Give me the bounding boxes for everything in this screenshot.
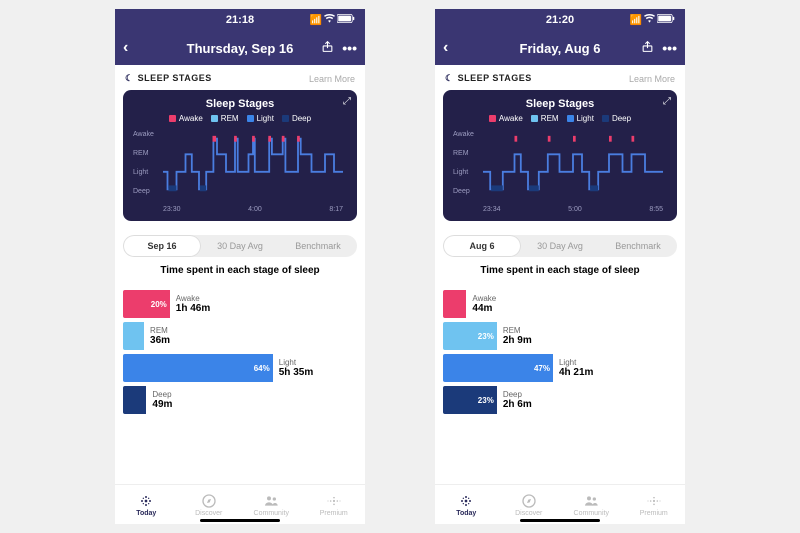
swatch-awake: [169, 115, 176, 122]
share-icon[interactable]: [321, 40, 334, 56]
swatch-rem: [211, 115, 218, 122]
moon-icon: ☾: [445, 73, 454, 84]
status-bar: 21:20 📶: [435, 9, 685, 31]
bar-fill-awake: 20%: [123, 290, 170, 318]
section-label: ☾SLEEP STAGES: [445, 73, 532, 84]
bars-title: Time spent in each stage of sleep: [115, 265, 365, 276]
today-icon: [138, 493, 154, 509]
bottom-tabbar: Today Discover Community Premium: [115, 484, 365, 524]
section-label: ☾SLEEP STAGES: [125, 73, 212, 84]
phone-screen-0: 21:18 📶 ‹ Thursday, Sep 16 ••• ☾SLEEP ST…: [115, 9, 365, 524]
status-time: 21:20: [546, 14, 574, 26]
bars-title: Time spent in each stage of sleep: [435, 265, 685, 276]
signal-icon: 📶: [630, 15, 642, 26]
tab-benchmark[interactable]: Benchmark: [599, 235, 677, 257]
chart-title: Sleep Stages: [131, 98, 349, 110]
hypnogram: Awake REM Light Deep 23:30 4:00: [131, 129, 349, 213]
chart-legend: Awake REM Light Deep: [451, 114, 669, 123]
back-button[interactable]: ‹: [443, 40, 448, 56]
chart-legend: Awake REM Light Deep: [131, 114, 349, 123]
nav-bar: ‹ Friday, Aug 6 •••: [435, 31, 685, 65]
home-indicator[interactable]: [520, 519, 600, 522]
compass-icon: [521, 493, 537, 509]
bar-light: 64% Light5h 35m: [123, 354, 357, 382]
stage-bars: Awake44m 23% REM2h 9m 47% Light4h 21m 23…: [435, 290, 685, 414]
tab-premium[interactable]: Premium: [303, 485, 366, 524]
phone-screen-1: 21:20 📶 ‹ Friday, Aug 6 ••• ☾SLEEP STAGE…: [435, 9, 685, 524]
hypnogram: Awake REM Light Deep 23:34 5:00: [451, 129, 669, 213]
nav-title: Friday, Aug 6: [520, 41, 601, 56]
expand-icon[interactable]: ⤢: [663, 96, 671, 107]
swatch-awake: [489, 115, 496, 122]
tab-benchmark[interactable]: Benchmark: [279, 235, 357, 257]
battery-icon: [337, 14, 355, 26]
tab-today[interactable]: Today: [115, 485, 178, 524]
back-button[interactable]: ‹: [123, 40, 128, 56]
bar-rem: REM36m: [123, 322, 357, 350]
community-icon: [263, 493, 279, 509]
tab-date[interactable]: Aug 6: [443, 235, 521, 257]
bar-fill-deep: [123, 386, 146, 414]
status-icons: 📶: [630, 14, 675, 26]
bar-fill-awake: [443, 290, 466, 318]
learn-more-link[interactable]: Learn More: [629, 74, 675, 84]
bar-deep: Deep49m: [123, 386, 357, 414]
compass-icon: [201, 493, 217, 509]
swatch-light: [567, 115, 574, 122]
home-indicator[interactable]: [200, 519, 280, 522]
nav-actions: •••: [321, 40, 357, 56]
more-icon[interactable]: •••: [662, 40, 677, 56]
bar-fill-deep: 23%: [443, 386, 497, 414]
moon-icon: ☾: [125, 73, 134, 84]
status-icons: 📶: [310, 14, 355, 26]
tab-today[interactable]: Today: [435, 485, 498, 524]
learn-more-link[interactable]: Learn More: [309, 74, 355, 84]
chart-title: Sleep Stages: [451, 98, 669, 110]
tab-30day[interactable]: 30 Day Avg: [521, 235, 599, 257]
range-tabs: Aug 6 30 Day Avg Benchmark: [443, 235, 677, 257]
signal-icon: 📶: [310, 15, 322, 26]
today-icon: [458, 493, 474, 509]
section-header: ☾SLEEP STAGES Learn More: [435, 65, 685, 90]
share-icon[interactable]: [641, 40, 654, 56]
nav-bar: ‹ Thursday, Sep 16 •••: [115, 31, 365, 65]
premium-icon: [646, 493, 662, 509]
swatch-light: [247, 115, 254, 122]
bottom-tabbar: Today Discover Community Premium: [435, 484, 685, 524]
stage-bars: 20% Awake1h 46m REM36m 64% Light5h 35m D…: [115, 290, 365, 414]
battery-icon: [657, 14, 675, 26]
status-time: 21:18: [226, 14, 254, 26]
bar-fill-light: 47%: [443, 354, 553, 382]
bar-rem: 23% REM2h 9m: [443, 322, 677, 350]
premium-icon: [326, 493, 342, 509]
swatch-deep: [602, 115, 609, 122]
more-icon[interactable]: •••: [342, 40, 357, 56]
status-bar: 21:18 📶: [115, 9, 365, 31]
wifi-icon: [644, 14, 655, 26]
tab-30day[interactable]: 30 Day Avg: [201, 235, 279, 257]
swatch-deep: [282, 115, 289, 122]
community-icon: [583, 493, 599, 509]
bar-fill-light: 64%: [123, 354, 273, 382]
wifi-icon: [324, 14, 335, 26]
nav-title: Thursday, Sep 16: [187, 41, 294, 56]
swatch-rem: [531, 115, 538, 122]
expand-icon[interactable]: ⤢: [343, 96, 351, 107]
sleep-stages-chart[interactable]: ⤢ Sleep Stages Awake REM Light Deep Awak…: [123, 90, 357, 221]
bar-awake: 20% Awake1h 46m: [123, 290, 357, 318]
tab-date[interactable]: Sep 16: [123, 235, 201, 257]
nav-actions: •••: [641, 40, 677, 56]
tab-premium[interactable]: Premium: [623, 485, 686, 524]
bar-awake: Awake44m: [443, 290, 677, 318]
sleep-stages-chart[interactable]: ⤢ Sleep Stages Awake REM Light Deep Awak…: [443, 90, 677, 221]
bar-deep: 23% Deep2h 6m: [443, 386, 677, 414]
section-header: ☾SLEEP STAGES Learn More: [115, 65, 365, 90]
bar-light: 47% Light4h 21m: [443, 354, 677, 382]
bar-fill-rem: 23%: [443, 322, 497, 350]
bar-fill-rem: [123, 322, 144, 350]
range-tabs: Sep 16 30 Day Avg Benchmark: [123, 235, 357, 257]
